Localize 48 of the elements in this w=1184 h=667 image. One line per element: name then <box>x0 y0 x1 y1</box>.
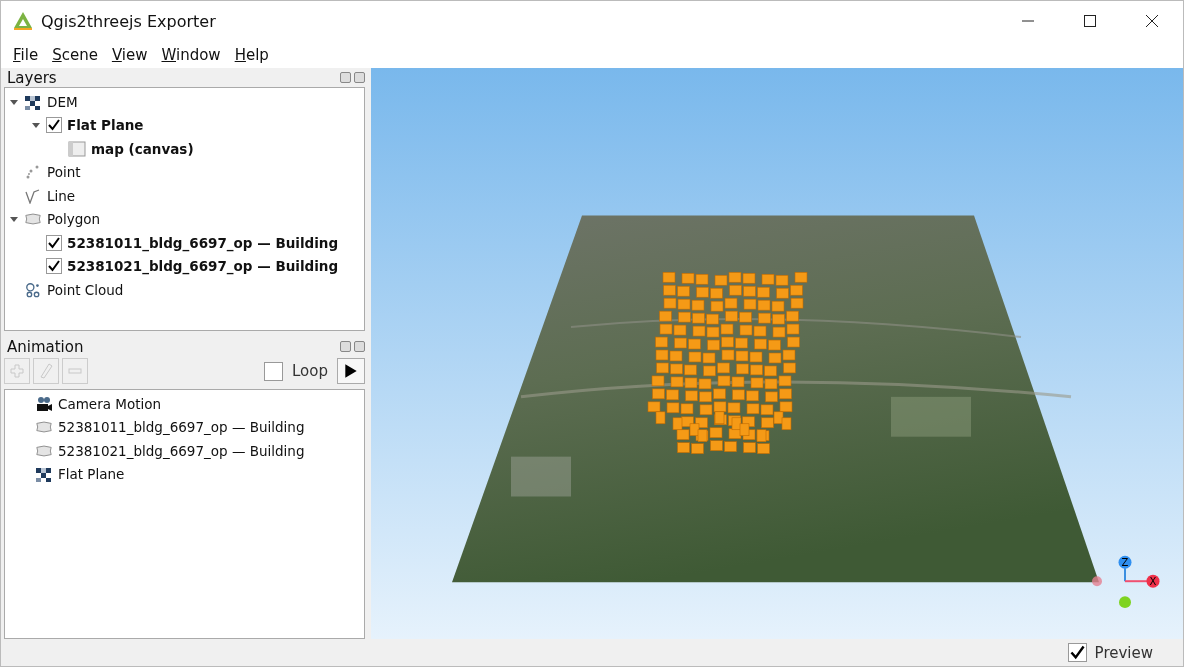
layer-label[interactable]: 52381021_bldg_6697_op — Building <box>67 258 339 275</box>
menu-item[interactable]: Help <box>234 45 269 64</box>
layer-label[interactable]: map (canvas) <box>91 140 194 157</box>
animation-item[interactable]: Flat Plane <box>58 466 125 483</box>
close-icon[interactable] <box>1145 14 1159 28</box>
preview-label: Preview <box>1094 643 1153 662</box>
checkbox[interactable] <box>46 117 62 134</box>
polygon-icon <box>35 442 53 459</box>
layer-label[interactable]: Point <box>47 164 81 181</box>
play-button[interactable] <box>337 358 365 384</box>
pencil-icon <box>38 363 54 379</box>
point-cloud-icon <box>24 281 42 298</box>
loop-label: Loop <box>292 362 328 380</box>
panel-title: Layers <box>7 68 57 87</box>
play-icon <box>344 363 358 379</box>
layer-label[interactable]: Flat Plane <box>67 117 144 134</box>
loop-checkbox[interactable] <box>264 361 283 381</box>
y-axis-icon <box>1119 596 1131 609</box>
line-icon <box>24 187 42 204</box>
layer-label[interactable]: Line <box>47 187 76 204</box>
menu-item[interactable]: Window <box>161 45 221 64</box>
animation-item[interactable]: Camera Motion <box>58 395 162 412</box>
checkbox[interactable] <box>46 234 62 251</box>
float-icon[interactable] <box>340 341 351 352</box>
camera-icon <box>35 395 53 412</box>
layer-label[interactable]: DEM <box>47 93 78 110</box>
float-icon[interactable] <box>340 72 351 83</box>
axis-dot-icon <box>1092 576 1102 587</box>
window-title: Qgis2threejs Exporter <box>41 11 216 31</box>
layer-label[interactable]: 52381011_bldg_6697_op — Building <box>67 234 339 251</box>
polygon-icon <box>35 419 53 436</box>
panel-title: Animation <box>7 337 84 356</box>
polygon-icon <box>24 211 42 228</box>
layer-label[interactable]: Polygon <box>47 211 101 228</box>
animation-item[interactable]: 52381021_bldg_6697_op — Building <box>58 442 305 459</box>
checker-icon <box>35 466 53 483</box>
menu-item[interactable]: Scene <box>52 45 98 64</box>
plus-icon <box>9 363 25 379</box>
menu-item[interactable]: File <box>13 45 39 64</box>
checker-icon <box>24 93 42 110</box>
menu-item[interactable]: View <box>111 45 148 64</box>
preview-checkbox[interactable] <box>1067 643 1087 662</box>
animation-item[interactable]: 52381011_bldg_6697_op — Building <box>58 419 305 436</box>
maximize-icon[interactable] <box>1083 14 1097 28</box>
map-icon <box>68 140 86 157</box>
checkbox[interactable] <box>46 258 62 275</box>
layer-label[interactable]: Point Cloud <box>47 281 124 298</box>
app-logo-icon <box>13 11 33 31</box>
